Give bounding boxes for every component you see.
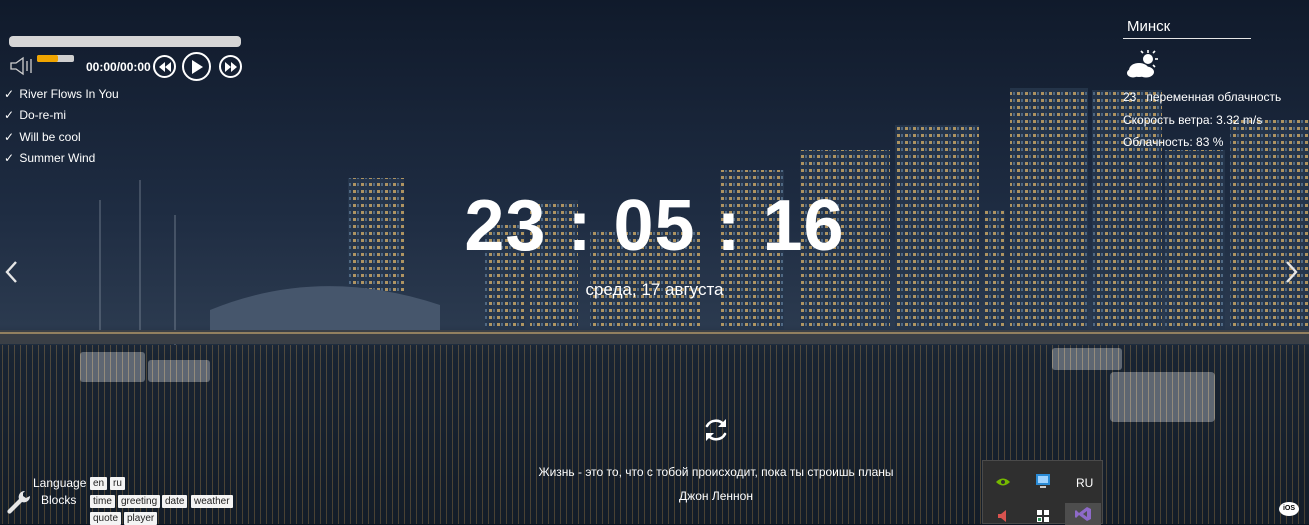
- rewind-button[interactable]: [153, 55, 176, 78]
- weather-widget: Минск 23 переменная облачность Скорость …: [1123, 18, 1309, 149]
- track-progress-bar[interactable]: [9, 36, 241, 47]
- check-icon: ✓: [4, 87, 15, 101]
- weather-summary: 23 переменная облачность: [1123, 90, 1281, 104]
- check-icon: ✓: [4, 129, 15, 144]
- block-toggle-time[interactable]: time: [90, 495, 115, 508]
- volume-icon[interactable]: [9, 56, 35, 76]
- keyboard-language[interactable]: RU: [1076, 476, 1093, 490]
- rewind-icon: [158, 61, 171, 72]
- wrench-icon[interactable]: [5, 489, 31, 515]
- playlist-item[interactable]: ✓ Will be cool: [4, 129, 119, 150]
- chevron-left-icon[interactable]: [3, 259, 21, 285]
- block-toggle-player[interactable]: player: [124, 512, 158, 525]
- track-title: Summer Wind: [19, 150, 96, 165]
- playlist-item[interactable]: ✓ Summer Wind: [4, 150, 119, 171]
- blocks-label: Blocks: [41, 493, 77, 507]
- security-icon[interactable]: [1033, 507, 1053, 525]
- track-title: Do-re-mi: [19, 108, 67, 123]
- playlist: ✓ River Flows In You ✓ Do-re-mi ✓ Will b…: [4, 86, 119, 171]
- weather-city[interactable]: Минск: [1123, 18, 1251, 39]
- track-title: River Flows In You: [19, 87, 119, 101]
- partly-cloudy-icon: [1127, 50, 1158, 78]
- check-icon: ✓: [4, 150, 15, 165]
- ios-badge[interactable]: iOS: [1279, 502, 1299, 516]
- fast-forward-icon: [224, 61, 237, 72]
- weather-temperature: 23: [1123, 90, 1137, 104]
- block-toggle-weather[interactable]: weather: [191, 495, 233, 508]
- volume-level: [37, 55, 59, 62]
- nvidia-icon[interactable]: [993, 473, 1013, 491]
- system-tray-popup: RU: [982, 460, 1103, 525]
- visual-studio-icon[interactable]: [1065, 503, 1101, 525]
- playback-time: 00:00/00:00: [86, 60, 151, 74]
- weather-wind: Скорость ветра: 3.32 m/s: [1123, 113, 1263, 127]
- check-icon: ✓: [4, 108, 15, 123]
- playlist-item[interactable]: ✓ Do-re-mi: [4, 107, 119, 128]
- volume-slider[interactable]: [37, 55, 74, 62]
- weather-clouds: Облачность: 83 %: [1123, 135, 1224, 149]
- chevron-right-icon[interactable]: [1282, 259, 1300, 285]
- play-button[interactable]: [182, 52, 211, 81]
- track-title: Will be cool: [19, 129, 81, 144]
- clock-date: среда, 17 августа: [585, 280, 724, 299]
- fast-forward-button[interactable]: [219, 55, 242, 78]
- language-option-ru[interactable]: ru: [110, 477, 125, 490]
- language-label: Language: [33, 476, 87, 490]
- playlist-item[interactable]: ✓ River Flows In You: [4, 86, 119, 107]
- network-icon[interactable]: [1033, 471, 1053, 491]
- clock-time: 23 : 05 : 16: [464, 186, 845, 266]
- block-toggle-date[interactable]: date: [162, 495, 188, 508]
- language-option-en[interactable]: en: [90, 477, 108, 490]
- refresh-quote-icon[interactable]: [702, 416, 730, 444]
- play-icon: [191, 59, 203, 74]
- volume-icon[interactable]: [993, 507, 1013, 525]
- block-toggle-greeting[interactable]: greeting: [118, 495, 161, 508]
- weather-condition: переменная облачность: [1146, 90, 1282, 104]
- quote-text: Жизнь - это то, что с тобой происходит, …: [538, 465, 894, 479]
- block-toggle-quote[interactable]: quote: [90, 512, 122, 525]
